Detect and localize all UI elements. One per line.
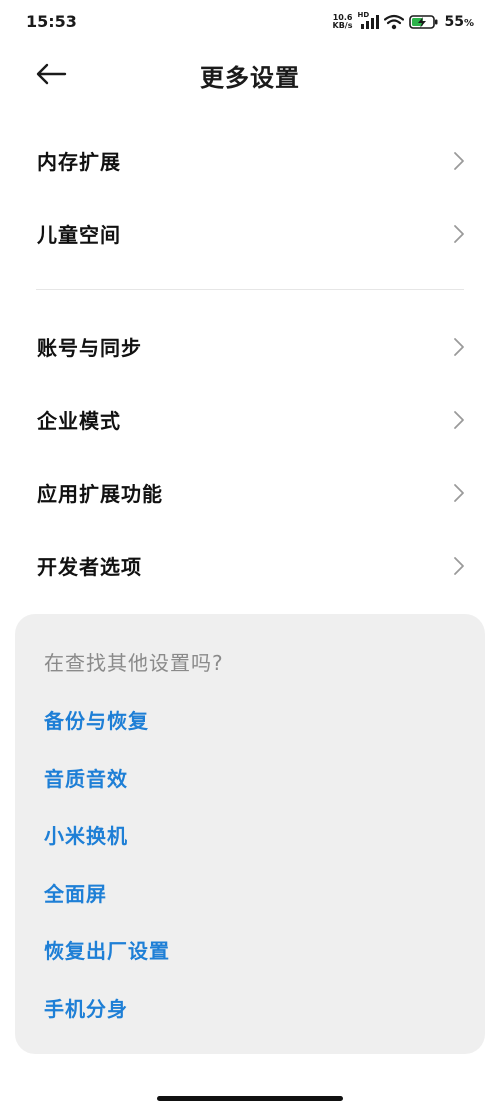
settings-item-developer-options[interactable]: 开发者选项 (0, 529, 500, 602)
settings-item-label: 企业模式 (37, 409, 121, 433)
battery-percent-suffix: % (463, 18, 474, 29)
suggestions-card: 在查找其他设置吗? 备份与恢复 音质音效 小米换机 全面屏 恢复出厂设置 手机分… (15, 614, 485, 1054)
chevron-right-icon (454, 337, 464, 356)
suggestion-link-full-screen[interactable]: 全面屏 (44, 878, 107, 907)
status-bar: 15:53 10.6 KB/s HD 55% (0, 0, 500, 44)
suggestion-link-mi-mover[interactable]: 小米换机 (44, 820, 128, 849)
chevron-right-icon (454, 556, 464, 575)
cellular-signal: HD (357, 11, 380, 30)
battery-charging-icon (409, 15, 438, 29)
hd-label: HD (357, 11, 370, 19)
suggestion-link-second-space[interactable]: 手机分身 (44, 993, 128, 1022)
settings-item-app-extensions[interactable]: 应用扩展功能 (0, 456, 500, 529)
suggestion-link-backup-restore[interactable]: 备份与恢复 (44, 705, 149, 734)
battery-percent: 55% (444, 14, 474, 30)
settings-item-enterprise-mode[interactable]: 企业模式 (0, 383, 500, 456)
suggestion-link-sound-effects[interactable]: 音质音效 (44, 763, 128, 792)
settings-item-kids-space[interactable]: 儿童空间 (0, 197, 500, 270)
settings-item-label: 儿童空间 (37, 223, 121, 247)
status-icons: 10.6 KB/s HD 55% (333, 11, 475, 32)
settings-group-2: 账号与同步 企业模式 应用扩展功能 开发者选项 (0, 310, 500, 602)
suggestion-link-factory-reset[interactable]: 恢复出厂设置 (44, 935, 170, 964)
suggestions-title: 在查找其他设置吗? (44, 651, 224, 675)
chevron-right-icon (454, 483, 464, 502)
settings-group-1: 内存扩展 儿童空间 (0, 124, 500, 270)
page-header: 更多设置 (0, 48, 500, 100)
wifi-icon (384, 14, 405, 30)
network-speed: 10.6 KB/s (333, 14, 353, 30)
settings-item-account-sync[interactable]: 账号与同步 (0, 310, 500, 383)
settings-item-label: 内存扩展 (37, 150, 121, 174)
battery-percent-value: 55 (444, 14, 464, 30)
settings-item-label: 应用扩展功能 (37, 482, 163, 506)
settings-item-label: 账号与同步 (37, 336, 142, 360)
settings-item-memory-extension[interactable]: 内存扩展 (0, 124, 500, 197)
status-time: 15:53 (26, 12, 77, 31)
network-speed-unit: KB/s (332, 21, 353, 30)
chevron-right-icon (454, 410, 464, 429)
page-title: 更多设置 (200, 64, 300, 92)
home-indicator[interactable] (157, 1096, 343, 1101)
settings-item-label: 开发者选项 (37, 555, 142, 579)
chevron-right-icon (454, 224, 464, 243)
chevron-right-icon (454, 151, 464, 170)
section-divider (36, 289, 464, 290)
